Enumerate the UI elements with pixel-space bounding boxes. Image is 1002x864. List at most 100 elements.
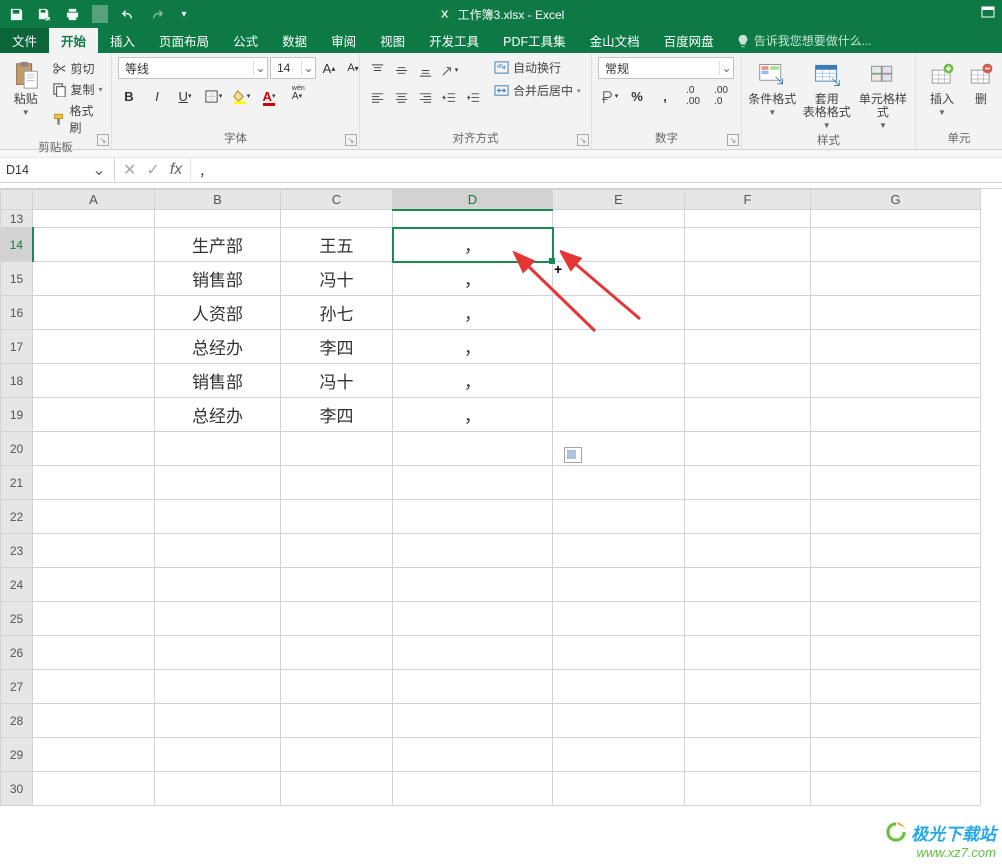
- cell-C22[interactable]: [281, 500, 393, 534]
- cell-D14[interactable]: ，: [393, 228, 553, 262]
- cell-C27[interactable]: [281, 670, 393, 704]
- cell-B14[interactable]: 生产部: [155, 228, 281, 262]
- cell-B19[interactable]: 总经办: [155, 398, 281, 432]
- cell-F24[interactable]: [685, 568, 811, 602]
- cell-F17[interactable]: [685, 330, 811, 364]
- align-left-icon[interactable]: [366, 87, 388, 109]
- cell-B18[interactable]: 销售部: [155, 364, 281, 398]
- tab-baidu[interactable]: 百度网盘: [652, 28, 726, 53]
- cell-F26[interactable]: [685, 636, 811, 670]
- undo-icon[interactable]: [120, 6, 136, 22]
- decrease-indent-icon[interactable]: [438, 87, 460, 109]
- cell-G28[interactable]: [811, 704, 981, 738]
- cell-G22[interactable]: [811, 500, 981, 534]
- cell-E25[interactable]: [553, 602, 685, 636]
- cell-D18[interactable]: ，: [393, 364, 553, 398]
- row-header-19[interactable]: 19: [1, 398, 33, 432]
- save-icon[interactable]: [8, 6, 24, 22]
- cell-B26[interactable]: [155, 636, 281, 670]
- cell-A13[interactable]: [33, 210, 155, 228]
- align-middle-icon[interactable]: [390, 59, 412, 81]
- tab-home[interactable]: 开始: [49, 28, 98, 53]
- column-header-B[interactable]: B: [155, 190, 281, 210]
- row-header-23[interactable]: 23: [1, 534, 33, 568]
- row-header-26[interactable]: 26: [1, 636, 33, 670]
- merge-center-button[interactable]: 合并后居中▾: [492, 81, 583, 100]
- format-painter-button[interactable]: 格式刷: [50, 101, 106, 137]
- row-header-28[interactable]: 28: [1, 704, 33, 738]
- underline-button[interactable]: U▾: [174, 85, 196, 107]
- tab-developer[interactable]: 开发工具: [417, 28, 491, 53]
- cell-D27[interactable]: [393, 670, 553, 704]
- clipboard-dialog-launcher[interactable]: ↘: [97, 134, 109, 146]
- align-right-icon[interactable]: [414, 87, 436, 109]
- cell-C26[interactable]: [281, 636, 393, 670]
- cell-E13[interactable]: [553, 210, 685, 228]
- cell-E18[interactable]: [553, 364, 685, 398]
- cell-D20[interactable]: [393, 432, 553, 466]
- cell-D22[interactable]: [393, 500, 553, 534]
- cell-F23[interactable]: [685, 534, 811, 568]
- tab-file[interactable]: 文件: [0, 28, 49, 53]
- cell-C19[interactable]: 李四: [281, 398, 393, 432]
- select-all-corner[interactable]: [1, 190, 33, 210]
- cell-D28[interactable]: [393, 704, 553, 738]
- cell-G19[interactable]: [811, 398, 981, 432]
- row-header-29[interactable]: 29: [1, 738, 33, 772]
- wrap-text-button[interactable]: ab 自动换行: [492, 58, 583, 77]
- cell-A15[interactable]: [33, 262, 155, 296]
- cell-B24[interactable]: [155, 568, 281, 602]
- delete-cells-button[interactable]: 删: [966, 57, 996, 106]
- cell-C21[interactable]: [281, 466, 393, 500]
- cell-G27[interactable]: [811, 670, 981, 704]
- cell-C25[interactable]: [281, 602, 393, 636]
- cell-E28[interactable]: [553, 704, 685, 738]
- cell-D30[interactable]: [393, 772, 553, 806]
- cell-F19[interactable]: [685, 398, 811, 432]
- cell-B20[interactable]: [155, 432, 281, 466]
- tab-insert[interactable]: 插入: [98, 28, 147, 53]
- cell-A30[interactable]: [33, 772, 155, 806]
- column-header-D[interactable]: D: [393, 190, 553, 210]
- cell-B17[interactable]: 总经办: [155, 330, 281, 364]
- cut-button[interactable]: 剪切: [50, 59, 106, 78]
- cell-F30[interactable]: [685, 772, 811, 806]
- cell-G24[interactable]: [811, 568, 981, 602]
- font-color-button[interactable]: A▾: [258, 85, 280, 107]
- cell-B28[interactable]: [155, 704, 281, 738]
- worksheet-grid[interactable]: ABCDEFG1314生产部王五，15销售部冯十，16人资部孙七，17总经办李四…: [0, 189, 1002, 806]
- row-header-27[interactable]: 27: [1, 670, 33, 704]
- bold-button[interactable]: B: [118, 85, 140, 107]
- tab-review[interactable]: 审阅: [319, 28, 368, 53]
- name-box-dropdown-icon[interactable]: ⌄: [90, 160, 108, 180]
- increase-decimal-icon[interactable]: .0.00: [682, 85, 704, 107]
- cell-E15[interactable]: [553, 262, 685, 296]
- increase-font-icon[interactable]: A▴: [318, 57, 340, 79]
- cell-C28[interactable]: [281, 704, 393, 738]
- cell-A21[interactable]: [33, 466, 155, 500]
- borders-button[interactable]: ▾: [202, 85, 224, 107]
- row-header-24[interactable]: 24: [1, 568, 33, 602]
- row-header-30[interactable]: 30: [1, 772, 33, 806]
- cell-A22[interactable]: [33, 500, 155, 534]
- row-header-15[interactable]: 15: [1, 262, 33, 296]
- italic-button[interactable]: I: [146, 85, 168, 107]
- cell-G29[interactable]: [811, 738, 981, 772]
- cell-E14[interactable]: [553, 228, 685, 262]
- cell-A26[interactable]: [33, 636, 155, 670]
- cell-B23[interactable]: [155, 534, 281, 568]
- cell-C20[interactable]: [281, 432, 393, 466]
- cell-E22[interactable]: [553, 500, 685, 534]
- cell-F18[interactable]: [685, 364, 811, 398]
- cell-G21[interactable]: [811, 466, 981, 500]
- cell-F27[interactable]: [685, 670, 811, 704]
- tell-me-box[interactable]: 告诉我您想要做什么...: [736, 28, 872, 53]
- cell-D19[interactable]: ，: [393, 398, 553, 432]
- cell-A19[interactable]: [33, 398, 155, 432]
- cell-D15[interactable]: ，: [393, 262, 553, 296]
- font-size-combo[interactable]: 14⌄: [270, 57, 316, 79]
- cell-D21[interactable]: [393, 466, 553, 500]
- row-header-18[interactable]: 18: [1, 364, 33, 398]
- cell-styles-button[interactable]: 单元格样式▼: [857, 57, 909, 130]
- cell-C14[interactable]: 王五: [281, 228, 393, 262]
